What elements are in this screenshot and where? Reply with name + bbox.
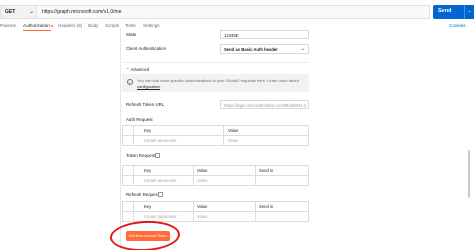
token-request-table: Key Value Send in Create parameter Value — [122, 165, 309, 186]
advanced-label: Advanced — [130, 67, 150, 72]
chevron-down-icon: ⌄ — [300, 46, 305, 52]
cookies-link[interactable]: Cookies — [449, 23, 466, 28]
refresh-request-checkbox[interactable] — [158, 192, 163, 197]
info-banner: i You can add more specific customizatio… — [122, 74, 309, 92]
tab-authorization-label: Authorization — [23, 23, 50, 28]
tab-authorization[interactable]: Authorization — [23, 23, 53, 28]
value-input[interactable]: Value — [197, 178, 207, 183]
tab-body[interactable]: Body — [88, 23, 98, 28]
refresh-url-input[interactable]: https://login.microsoftonline.com/5fa3d9… — [220, 100, 309, 109]
info-text: You can add more specific customizations… — [137, 78, 305, 89]
column-header-key: Key — [144, 168, 152, 173]
auth-request-label: Auth Request — [126, 117, 153, 122]
info-icon: i — [127, 79, 133, 85]
column-header-value: Value — [197, 204, 208, 209]
send-options-chevron-icon[interactable]: ⌄ — [464, 5, 474, 19]
token-request-checkbox[interactable] — [155, 153, 160, 158]
tab-tests[interactable]: Tests — [125, 23, 136, 28]
client-auth-select[interactable]: Send as Basic Auth header ⌄ — [220, 44, 309, 54]
refresh-request-table: Key Value Send in Create parameter Value — [122, 201, 309, 222]
method-label: GET — [5, 9, 16, 15]
value-input[interactable]: Value — [197, 214, 207, 219]
send-button[interactable]: Send — [433, 5, 464, 19]
tab-scripts[interactable]: Scripts — [105, 23, 119, 28]
tab-headers[interactable]: Headers (9) — [58, 23, 82, 28]
method-select[interactable]: GET ⌄ — [0, 5, 36, 19]
info-message: You can add more specific customizations… — [137, 78, 299, 83]
configuration-link[interactable]: configuration — [137, 84, 160, 89]
key-input[interactable]: Create parameter — [144, 214, 177, 219]
column-header-send-in: Send in — [259, 204, 274, 209]
tab-settings[interactable]: Settings — [143, 23, 160, 28]
column-header-key: Key — [144, 128, 152, 133]
panel-divider — [120, 28, 121, 250]
refresh-request-label: Refresh Request — [126, 192, 159, 197]
advanced-toggle[interactable]: ⌃ Advanced — [126, 67, 149, 72]
column-header-value: Value — [228, 128, 239, 133]
state-input[interactable]: 12345E — [220, 30, 309, 39]
client-auth-value: Send as Basic Auth header — [224, 47, 278, 52]
scrollbar[interactable] — [468, 150, 470, 198]
modified-dot-icon — [50, 24, 53, 27]
state-label: State — [126, 32, 137, 37]
value-input[interactable]: Value — [228, 138, 238, 143]
divider — [122, 62, 309, 63]
column-header-value: Value — [197, 168, 208, 173]
key-input[interactable]: Create parameter — [144, 138, 177, 143]
tab-params[interactable]: Params — [0, 23, 16, 28]
refresh-url-label: Refresh Token URL — [126, 102, 165, 107]
active-tab-indicator — [23, 30, 51, 31]
column-header-send-in: Send in — [259, 168, 274, 173]
chevron-down-icon: ⌄ — [28, 9, 34, 15]
column-header-key: Key — [144, 204, 152, 209]
key-input[interactable]: Create parameter — [144, 178, 177, 183]
url-input[interactable]: https://graph.microsoft.com/v1.0/me — [36, 5, 430, 19]
client-auth-label: Client Authentication — [126, 46, 167, 51]
token-request-label: Token Request — [126, 153, 156, 158]
auth-request-table: Key Value Create parameter Value — [122, 125, 309, 146]
